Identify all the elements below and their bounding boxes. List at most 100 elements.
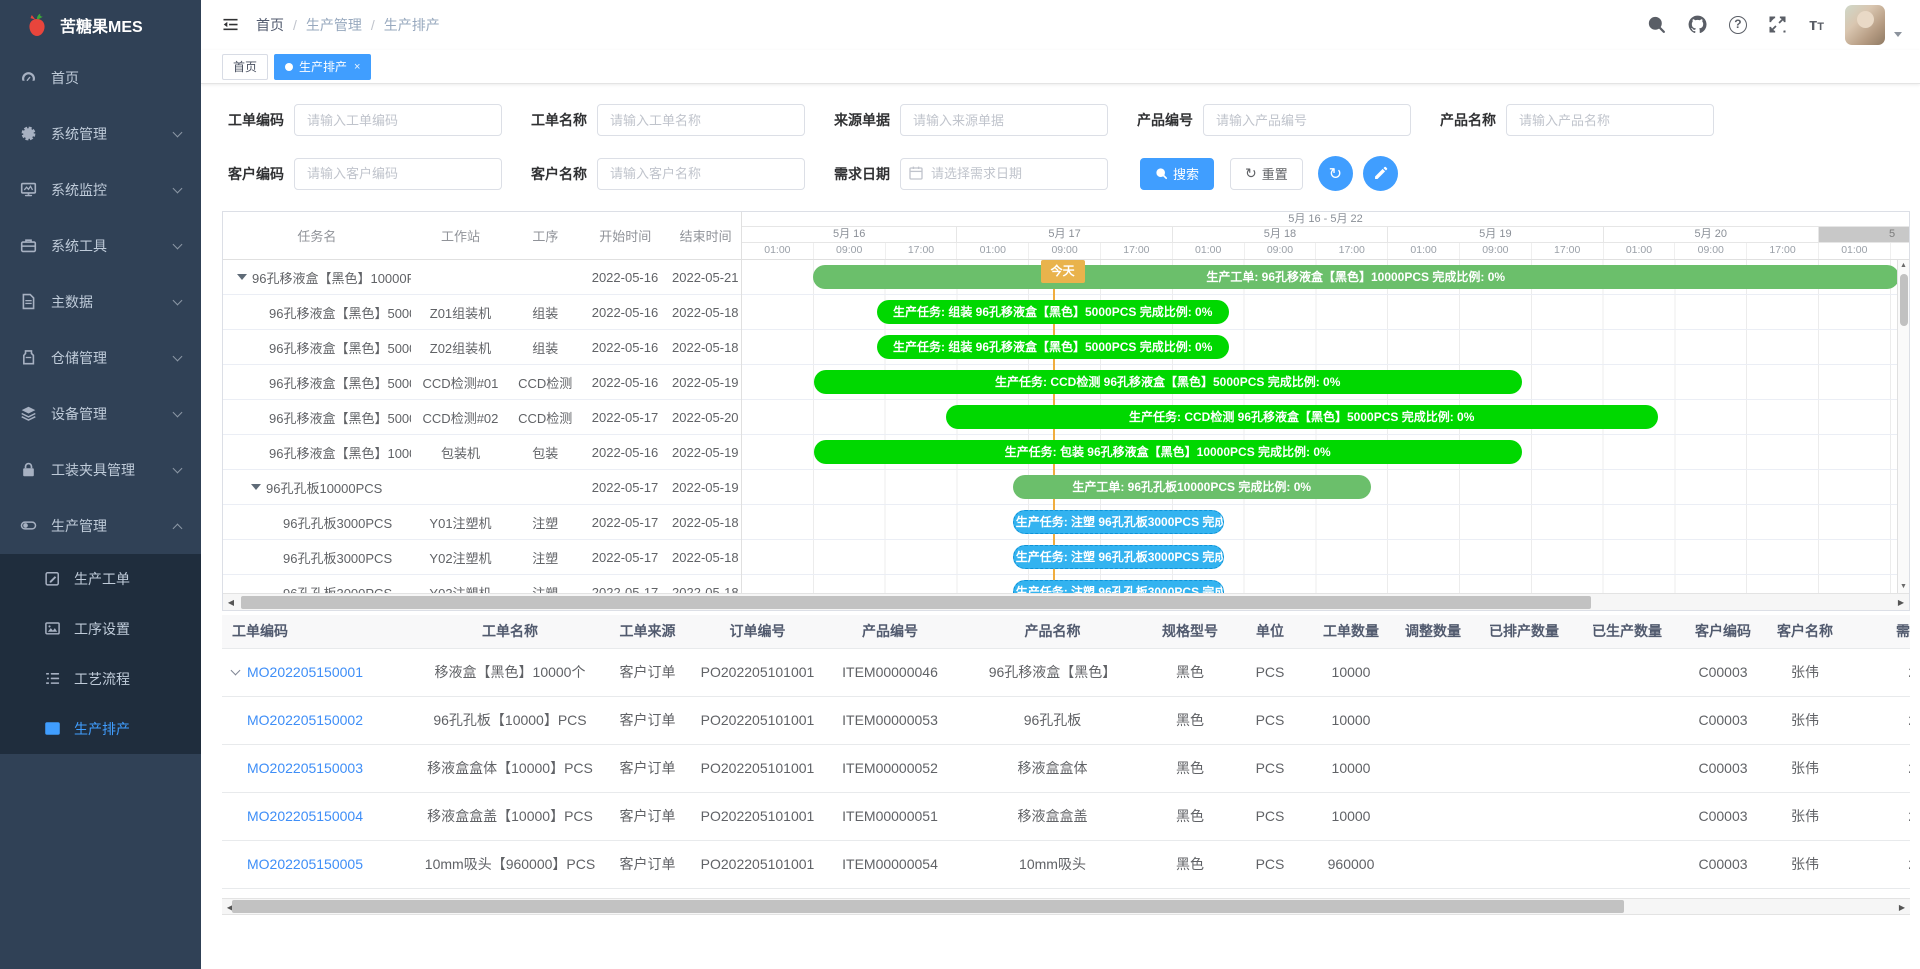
gantt-task-row[interactable]: 96孔孔板3000PCSY02注塑机注塑2022-05-172022-05-18 <box>223 540 741 575</box>
cell-customer-code: C00003 <box>1685 840 1761 888</box>
table-row: MO202205150001移液盒【黑色】10000个客户订单PO2022051… <box>222 648 1910 696</box>
filter-input-需求日期[interactable] <box>900 158 1108 190</box>
cell-work-order-code: MO202205150001 <box>222 648 410 696</box>
scroll-right-icon[interactable]: ▶ <box>1893 595 1909 610</box>
tab-首页[interactable]: 首页 <box>222 54 268 80</box>
tree-collapse-icon[interactable] <box>237 274 247 280</box>
horizontal-scroll-thumb[interactable] <box>241 596 1591 609</box>
gantt-panel: 任务名工作站工序开始时间结束时间 5月 16 - 5月 22 5月 165月 1… <box>222 211 1910 611</box>
gantt-task-row[interactable]: 96孔移液盒【黑色】5000PCSCCD检测#01CCD检测2022-05-16… <box>223 365 741 400</box>
sidebar-item-equipment[interactable]: 设备管理 <box>0 386 201 442</box>
sidebar-subitem-process-flow[interactable]: 工艺流程 <box>0 654 201 704</box>
cell-adjust-qty <box>1387 648 1479 696</box>
gantt-horizontal-scrollbar[interactable]: ◀ ▶ <box>223 593 1909 610</box>
sidebar-item-warehouse[interactable]: 仓储管理 <box>0 330 201 386</box>
breadcrumb-item[interactable]: 首页 <box>256 15 284 35</box>
filter-group: 工单编码 <box>228 104 502 136</box>
sidebar-item-master-data[interactable]: 主数据 <box>0 274 201 330</box>
filter-input-工单名称[interactable] <box>597 104 805 136</box>
close-icon[interactable]: × <box>354 61 360 73</box>
task-start-date: 2022-05-16 <box>580 445 670 460</box>
cell-customer-name: 张伟 <box>1761 696 1849 744</box>
gantt-bar[interactable]: 生产任务: 包装 96孔移液盒【黑色】10000PCS 完成比例: 0% <box>814 440 1522 464</box>
work-order-link[interactable]: MO202205150003 <box>247 760 363 776</box>
gantt-task-row[interactable]: 96孔移液盒【黑色】10000PCS2022-05-162022-05-21 <box>223 260 741 295</box>
sidebar-subitem-work-order[interactable]: 生产工单 <box>0 554 201 604</box>
gantt-task-row[interactable]: 96孔孔板3000PCSY03注塑机注塑2022-05-172022-05-18 <box>223 575 741 593</box>
task-end-date: 2022-05-18 <box>670 305 741 320</box>
gantt-task-row[interactable]: 96孔移液盒【黑色】5000PCSCCD检测#02CCD检测2022-05-17… <box>223 400 741 435</box>
filter-input-来源单据[interactable] <box>900 104 1108 136</box>
sidebar-item-fixture[interactable]: 工装夹具管理 <box>0 442 201 498</box>
gantt-task-row[interactable]: 96孔移液盒【黑色】5000PCSZ02组装机组装2022-05-162022-… <box>223 330 741 365</box>
gantt-task-row[interactable]: 96孔孔板10000PCS2022-05-172022-05-19 <box>223 470 741 505</box>
horizontal-scroll-thumb[interactable] <box>232 900 1624 913</box>
gantt-bar[interactable]: 生产任务: 注塑 96孔孔板3000PCS 完成比例: 0% <box>1013 580 1224 593</box>
scroll-down-icon[interactable]: ▼ <box>1898 581 1909 593</box>
gantt-task-row[interactable]: 96孔移液盒【黑色】10000PCS包装机包装2022-05-162022-05… <box>223 435 741 470</box>
table-column-header: 规格型号 <box>1155 615 1225 648</box>
gantt-body: 96孔移液盒【黑色】10000PCS2022-05-162022-05-2196… <box>223 260 1909 593</box>
scroll-left-icon[interactable]: ◀ <box>223 595 239 610</box>
fullscreen-icon[interactable] <box>1768 15 1788 35</box>
work-order-link[interactable]: MO202205150002 <box>247 712 363 728</box>
work-order-link[interactable]: MO202205150004 <box>247 808 363 824</box>
gantt-task-row[interactable]: 96孔移液盒【黑色】5000PCSZ01组装机组装2022-05-162022-… <box>223 295 741 330</box>
gantt-task-row[interactable]: 96孔孔板3000PCSY01注塑机注塑2022-05-172022-05-18 <box>223 505 741 540</box>
scroll-right-icon[interactable]: ▶ <box>1894 900 1910 915</box>
vertical-scroll-thumb[interactable] <box>1900 274 1908 326</box>
gantt-bar[interactable]: 生产任务: CCD检测 96孔移液盒【黑色】5000PCS 完成比例: 0% <box>946 405 1658 429</box>
gantt-bar[interactable]: 生产工单: 96孔孔板10000PCS 完成比例: 0% <box>1013 475 1371 499</box>
sidebar-item-label: 主数据 <box>51 292 93 312</box>
gantt-vertical-scrollbar[interactable]: ▲ ▼ <box>1897 260 1909 593</box>
cell-order-no: PO202205101001 <box>685 648 830 696</box>
sidebar-fold-icon[interactable] <box>222 17 240 33</box>
work-order-link[interactable]: MO202205150001 <box>247 664 363 680</box>
sidebar-item-production[interactable]: 生产管理 <box>0 498 201 554</box>
cell-qty: 10000 <box>1315 648 1387 696</box>
sidebar-subitem-scheduling[interactable]: 生产排产 <box>0 704 201 754</box>
work-order-link[interactable]: MO202205150005 <box>247 856 363 872</box>
task-end-date: 2022-05-21 <box>670 270 741 285</box>
table-column-header: 产品编号 <box>830 615 950 648</box>
reset-button[interactable]: ↻重置 <box>1230 158 1303 190</box>
tree-collapse-icon[interactable] <box>251 484 261 490</box>
task-end-date: 2022-05-19 <box>670 375 741 390</box>
gantt-bar[interactable]: 生产任务: 注塑 96孔孔板3000PCS 完成比例: 0% <box>1013 545 1224 569</box>
sidebar-item-system-tools[interactable]: 系统工具 <box>0 218 201 274</box>
gantt-bar[interactable]: 生产任务: 注塑 96孔孔板3000PCS 完成比例: 0% <box>1013 510 1224 534</box>
filter-input-客户名称[interactable] <box>597 158 805 190</box>
filter-input-产品编号[interactable] <box>1203 104 1411 136</box>
filter-input-工单编码[interactable] <box>294 104 502 136</box>
scroll-up-icon[interactable]: ▲ <box>1898 260 1909 272</box>
sidebar-item-home[interactable]: 首页 <box>0 50 201 106</box>
gantt-bar[interactable]: 生产任务: 组装 96孔移液盒【黑色】5000PCS 完成比例: 0% <box>877 300 1229 324</box>
github-icon[interactable] <box>1688 15 1708 35</box>
gantt-bar[interactable]: 生产任务: CCD检测 96孔移液盒【黑色】5000PCS 完成比例: 0% <box>814 370 1522 394</box>
sidebar-item-system-admin[interactable]: 系统管理 <box>0 106 201 162</box>
avatar[interactable] <box>1845 5 1885 45</box>
layers-icon <box>20 405 38 423</box>
sidebar-subitem-process-setting[interactable]: 工序设置 <box>0 604 201 654</box>
toolbox-icon <box>20 237 38 255</box>
user-menu-caret-icon[interactable] <box>1894 32 1902 37</box>
sidebar-item-system-monitor[interactable]: 系统监控 <box>0 162 201 218</box>
filter-input-产品名称[interactable] <box>1506 104 1714 136</box>
gantt-bar[interactable]: 生产任务: 组装 96孔移液盒【黑色】5000PCS 完成比例: 0% <box>877 335 1229 359</box>
cell-customer-code: C00003 <box>1685 744 1761 792</box>
filter-input-客户编码[interactable] <box>294 158 502 190</box>
tab-生产排产[interactable]: 生产排产× <box>274 54 371 80</box>
cell-scheduled-qty <box>1479 744 1569 792</box>
font-size-icon[interactable]: тT <box>1809 15 1824 35</box>
table-row: MO20220515000510mm吸头【960000】PCS客户订单PO202… <box>222 840 1910 888</box>
search-icon[interactable] <box>1647 15 1667 35</box>
table-column-header: 工单名称 <box>410 615 610 648</box>
help-icon[interactable]: ? <box>1729 16 1747 34</box>
search-button[interactable]: 搜索 <box>1140 158 1214 190</box>
gantt-bar[interactable]: 生产工单: 96孔移液盒【黑色】10000PCS 完成比例: 0% <box>813 265 1897 289</box>
table-column-header: 工单数量 <box>1315 615 1387 648</box>
row-expand-icon[interactable] <box>231 666 241 676</box>
refresh-button[interactable]: ↻ <box>1318 156 1353 191</box>
edit-schedule-button[interactable] <box>1363 156 1398 191</box>
table-horizontal-scrollbar[interactable]: ◀ ▶ <box>222 898 1910 915</box>
